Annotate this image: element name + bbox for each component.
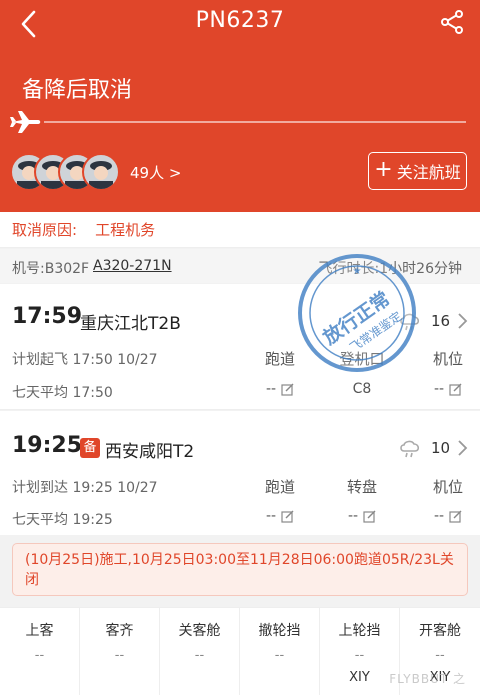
status-cell-label: 客齐 — [105, 623, 134, 639]
plus-icon: + — [374, 157, 393, 182]
edit-icon[interactable] — [281, 383, 294, 396]
cancel-reason-row: 取消原因: 工程机务 — [0, 212, 480, 248]
planned-departure-label: 计划起飞 17:50 10/27 — [12, 352, 158, 368]
cancel-reason-value: 工程机务 — [95, 221, 156, 239]
status-cell-value: -- — [435, 648, 445, 663]
seven-day-average-label: 七天平均 19:25 — [12, 512, 113, 528]
stand-value-text: -- — [433, 381, 445, 397]
route-progress-line — [44, 121, 466, 123]
arrival-temperature: 10 — [431, 439, 451, 457]
status-cell-airport — [0, 670, 79, 688]
arrival-segment[interactable]: 19:25 备 西安咸阳T2 10 计划到达 19:25 10/27 七天平均 … — [0, 411, 480, 535]
departure-airport: 重庆江北T2B — [80, 314, 181, 334]
status-cell-value: -- — [194, 648, 205, 663]
status-cell-label: 撤轮挡 — [258, 623, 301, 639]
release-normal-stamp: ★ 放行正常 飞常准鉴定 — [298, 254, 416, 372]
departure-time: 17:59 — [12, 304, 83, 329]
aircraft-model-link[interactable]: A320-271N — [93, 258, 172, 274]
status-cell-label: 上轮挡 — [338, 623, 381, 639]
svg-text:★: ★ — [353, 266, 362, 277]
flight-status: 备降后取消 — [22, 78, 133, 103]
runway-value: -- — [240, 381, 320, 397]
follow-flight-button[interactable]: + 关注航班 — [368, 152, 467, 190]
baggage-carousel-value-text: -- — [347, 508, 359, 524]
planned-arrival-label: 计划到达 19:25 10/27 — [12, 480, 158, 496]
flight-number-title: PN6237 — [195, 8, 285, 33]
departure-temperature: 16 — [431, 312, 451, 330]
gate-value-text: C8 — [352, 381, 372, 397]
watermark-text: FLYBBUT 之 — [389, 672, 466, 686]
share-icon[interactable] — [438, 8, 466, 36]
status-cell-chocks-off: 撤轮挡 -- — [240, 608, 320, 695]
flight-header: PN6237 备降后取消 49人 > + 关注航班 — [0, 0, 480, 212]
status-cell-label: 上客 — [25, 623, 54, 639]
status-cell-cabin-closed: 关客舱 -- — [160, 608, 240, 695]
status-cell-value: -- — [354, 648, 365, 663]
status-cell-chocks-on: 上轮挡 -- XIY — [320, 608, 400, 695]
status-cell-label: 开客舱 — [419, 623, 461, 639]
status-cell-airport — [240, 670, 319, 688]
stand-value-text: -- — [433, 508, 445, 524]
baggage-carousel-header: 转盘 — [346, 478, 377, 496]
status-cell-value: -- — [274, 648, 285, 663]
edit-icon[interactable] — [449, 510, 462, 523]
runway-value-text: -- — [265, 381, 277, 397]
edit-icon[interactable] — [281, 510, 294, 523]
follow-flight-label: 关注航班 — [396, 163, 461, 182]
status-cell-boarding: 上客 -- — [0, 608, 80, 695]
arrival-time: 19:25 — [12, 433, 83, 458]
cloud-rain-icon — [400, 440, 420, 458]
gate-value: C8 — [322, 381, 402, 397]
stand-header: 机位 — [432, 478, 463, 496]
status-cell-boarding-complete: 客齐 -- — [80, 608, 160, 695]
arrival-airport: 西安咸阳T2 — [105, 442, 195, 462]
passenger-count-link[interactable]: 49人 > — [130, 162, 181, 183]
avatar — [82, 153, 120, 191]
runway-value-text: -- — [265, 508, 277, 524]
seven-day-average-label: 七天平均 17:50 — [12, 385, 113, 401]
runway-header: 跑道 — [264, 478, 295, 496]
chevron-right-icon[interactable] — [456, 439, 468, 457]
status-cell-airport — [80, 670, 159, 688]
status-cell-value: -- — [114, 648, 125, 663]
runway-value: -- — [240, 508, 320, 524]
stand-value: -- — [408, 508, 480, 524]
alternate-badge: 备 — [80, 438, 100, 458]
baggage-carousel-value: -- — [322, 508, 402, 524]
plane-icon — [10, 111, 41, 133]
status-cell-airport — [160, 670, 239, 688]
edit-icon[interactable] — [449, 383, 462, 396]
status-cell-label: 关客舱 — [178, 623, 221, 639]
crew-avatars[interactable] — [10, 153, 122, 191]
stand-header: 机位 — [432, 350, 463, 368]
stand-value: -- — [408, 381, 480, 397]
edit-icon[interactable] — [363, 510, 376, 523]
aircraft-registration: 机号:B302F — [12, 261, 90, 277]
status-cell-value: -- — [34, 648, 45, 663]
cancel-reason-label: 取消原因: — [12, 221, 78, 239]
status-cell-airport: XIY — [349, 670, 370, 685]
airport-notice[interactable]: (10月25日)施工,10月25日03:00至11月28日06:00跑道05R/… — [12, 543, 468, 596]
chevron-right-icon[interactable] — [456, 312, 468, 330]
